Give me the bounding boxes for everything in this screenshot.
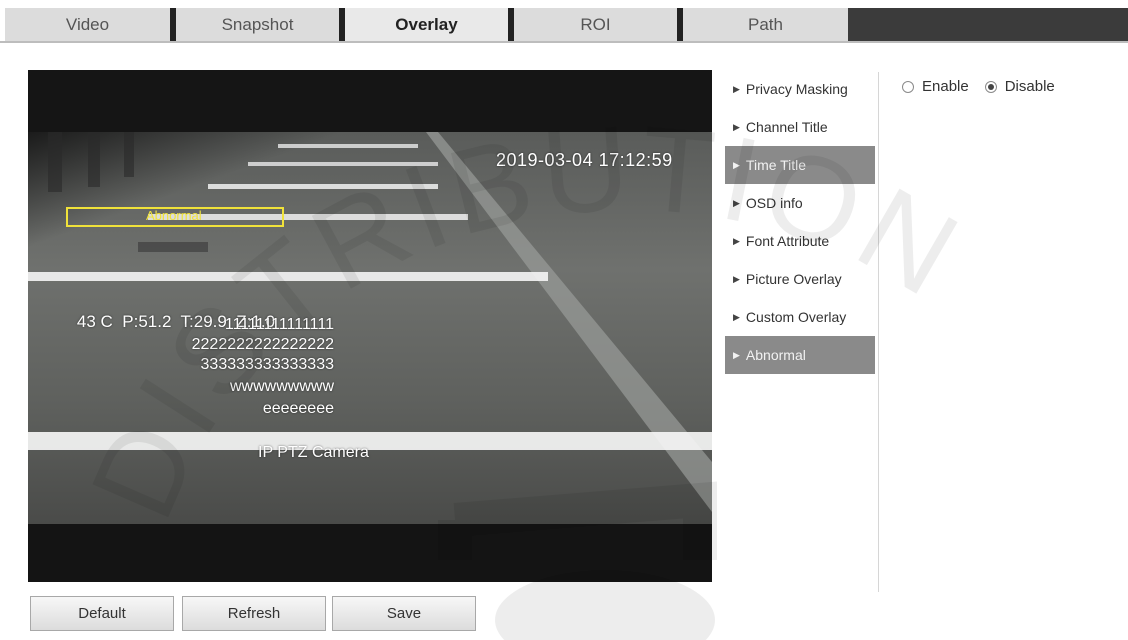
menu-item-label: Time Title bbox=[745, 157, 807, 173]
menu-item-label: Font Attribute bbox=[745, 233, 830, 249]
menu-item-custom-overlay[interactable]: ▶ Custom Overlay bbox=[725, 298, 875, 336]
custom-overlay-line: wwwwwwwww bbox=[230, 378, 334, 395]
tab-snapshot[interactable]: Snapshot bbox=[176, 8, 339, 41]
arrow-right-icon: ▶ bbox=[733, 159, 740, 170]
channel-title-overlay: IP PTZ Camera bbox=[258, 444, 369, 461]
arrow-right-icon: ▶ bbox=[733, 311, 740, 322]
menu-item-label: OSD info bbox=[745, 195, 803, 211]
arrow-right-icon: ▶ bbox=[733, 121, 740, 132]
save-button[interactable]: Save bbox=[332, 596, 476, 631]
tab-bar-filler bbox=[848, 8, 1128, 41]
disable-radio[interactable] bbox=[984, 80, 997, 93]
custom-overlay-line: 2222222222222222 bbox=[191, 336, 334, 353]
menu-item-privacy-masking[interactable]: ▶ Privacy Masking bbox=[725, 70, 875, 108]
time-title-overlay: 2019-03-04 17:12:59 bbox=[496, 150, 673, 170]
enable-radio[interactable] bbox=[902, 80, 914, 93]
arrow-right-icon: ▶ bbox=[733, 83, 740, 94]
menu-item-label: Abnormal bbox=[745, 347, 806, 363]
video-preview[interactable]: 2019-03-04 17:12:59 Abnormal 43 C P:51.2… bbox=[28, 70, 712, 582]
overlay-side-menu: ▶ Privacy Masking ▶ Channel Title ▶ Time Ti… bbox=[725, 70, 875, 374]
menu-item-picture-overlay[interactable]: ▶ Picture Overlay bbox=[725, 260, 875, 298]
custom-overlay-line: 11111111111111 bbox=[224, 316, 334, 333]
menu-item-label: Channel Title bbox=[745, 119, 828, 135]
tab-underline bbox=[0, 41, 1128, 43]
menu-divider bbox=[878, 72, 879, 592]
menu-item-label: Picture Overlay bbox=[745, 271, 842, 287]
menu-item-time-title[interactable]: ▶ Time Title bbox=[725, 146, 875, 184]
enable-label: Enable bbox=[922, 78, 969, 95]
default-button[interactable]: Default bbox=[30, 596, 174, 631]
menu-item-label: Custom Overlay bbox=[745, 309, 847, 325]
tab-bar: Video Snapshot Overlay ROI Path bbox=[0, 0, 1128, 43]
arrow-right-icon: ▶ bbox=[733, 349, 740, 360]
enable-radio-group: Enable Disable bbox=[902, 78, 1071, 95]
menu-item-font-attribute[interactable]: ▶ Font Attribute bbox=[725, 222, 875, 260]
tab-path[interactable]: Path bbox=[683, 8, 848, 41]
menu-item-channel-title[interactable]: ▶ Channel Title bbox=[725, 108, 875, 146]
abnormal-overlay-label: Abnormal bbox=[146, 208, 202, 223]
menu-item-label: Privacy Masking bbox=[745, 81, 848, 97]
arrow-right-icon: ▶ bbox=[733, 273, 740, 284]
custom-overlay-line: 333333333333333 bbox=[200, 356, 334, 373]
menu-item-abnormal[interactable]: ▶ Abnormal bbox=[725, 336, 875, 374]
arrow-right-icon: ▶ bbox=[733, 197, 740, 208]
refresh-button[interactable]: Refresh bbox=[182, 596, 326, 631]
tab-video[interactable]: Video bbox=[5, 8, 170, 41]
arrow-right-icon: ▶ bbox=[733, 235, 740, 246]
preview-bottom-bar bbox=[28, 524, 712, 582]
custom-overlay-line: eeeeeeee bbox=[262, 400, 334, 417]
tab-roi[interactable]: ROI bbox=[514, 8, 677, 41]
disable-label: Disable bbox=[1004, 78, 1055, 95]
tab-overlay[interactable]: Overlay bbox=[345, 8, 508, 41]
menu-item-osd-info[interactable]: ▶ OSD info bbox=[725, 184, 875, 222]
abnormal-overlay-box[interactable]: Abnormal bbox=[66, 207, 284, 227]
